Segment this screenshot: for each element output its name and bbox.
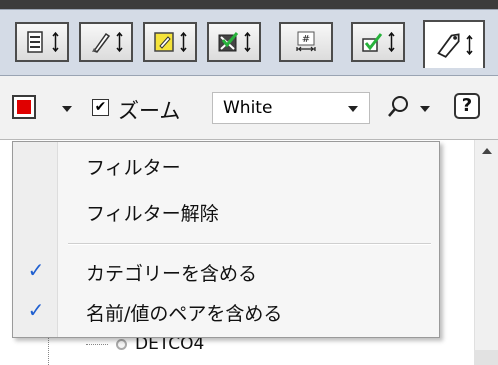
context-menu: フィルター フィルター解除 ✓ カテゴリーを含める ✓ 名前/値のペアを含める (12, 141, 440, 338)
scrollbar-corner (474, 350, 498, 365)
menu-item-include-name-value-pairs[interactable]: ✓ 名前/値のペアを含める (13, 294, 439, 328)
color-dropdown-arrow-icon[interactable] (62, 106, 72, 112)
toolbar: ✔ ズーム White ? (0, 76, 498, 140)
menu-item-clear-filter[interactable]: フィルター解除 (13, 194, 439, 228)
pencil-icon (91, 32, 110, 53)
svg-text:#: # (302, 34, 310, 45)
sort-arrow-icon (465, 34, 473, 56)
zoom-checkbox[interactable]: ✔ (92, 99, 109, 116)
menu-item-label: カテゴリーを含める (86, 263, 258, 285)
layer-check-icon (218, 32, 238, 52)
sort-arrow-icon (115, 31, 123, 53)
tab-layer-check[interactable] (207, 22, 261, 62)
chevron-down-icon (348, 106, 358, 112)
menu-item-label: 名前/値のペアを含める (86, 303, 283, 325)
tab-pencil[interactable] (79, 22, 133, 62)
menu-item-label: フィルター (86, 157, 181, 179)
help-button[interactable]: ? (454, 93, 480, 119)
tree-connector (86, 343, 108, 345)
checkmark-box-icon (361, 33, 382, 52)
vertical-scrollbar[interactable] (474, 140, 498, 365)
search-dropdown-arrow-icon[interactable] (420, 106, 430, 112)
menu-separator (68, 243, 431, 245)
window-top-edge (0, 0, 498, 9)
color-swatch-button[interactable] (12, 95, 36, 119)
sort-arrow-icon (387, 31, 395, 53)
tab-properties[interactable] (15, 22, 69, 62)
menu-item-check-icon: ✓ (27, 258, 45, 282)
tab-checkmark[interactable] (351, 22, 405, 62)
tab-grid-measure[interactable]: # (279, 22, 333, 62)
search-icon[interactable] (386, 94, 410, 120)
menu-item-include-categories[interactable]: ✓ カテゴリーを含める (13, 254, 439, 288)
scroll-up-icon[interactable] (482, 148, 492, 154)
color-select-value: White (223, 98, 273, 118)
sort-arrow-icon (243, 31, 251, 53)
tree-node-icon (116, 338, 127, 350)
color-select[interactable]: White (212, 92, 370, 124)
tab-tag[interactable] (423, 20, 485, 68)
tab-strip: # (0, 9, 498, 76)
menu-item-check-icon: ✓ (27, 298, 45, 322)
tag-icon (436, 33, 460, 58)
menu-item-filter[interactable]: フィルター (13, 148, 439, 182)
sort-arrow-icon (179, 31, 187, 53)
properties-list-icon (26, 31, 43, 53)
grid-measure-icon: # (296, 31, 316, 52)
menu-item-label: フィルター解除 (86, 203, 219, 225)
tab-note[interactable] (143, 22, 197, 62)
color-swatch (17, 100, 31, 114)
note-icon (153, 32, 174, 52)
sort-arrow-icon (51, 31, 59, 53)
zoom-label: ズーム (118, 99, 181, 123)
